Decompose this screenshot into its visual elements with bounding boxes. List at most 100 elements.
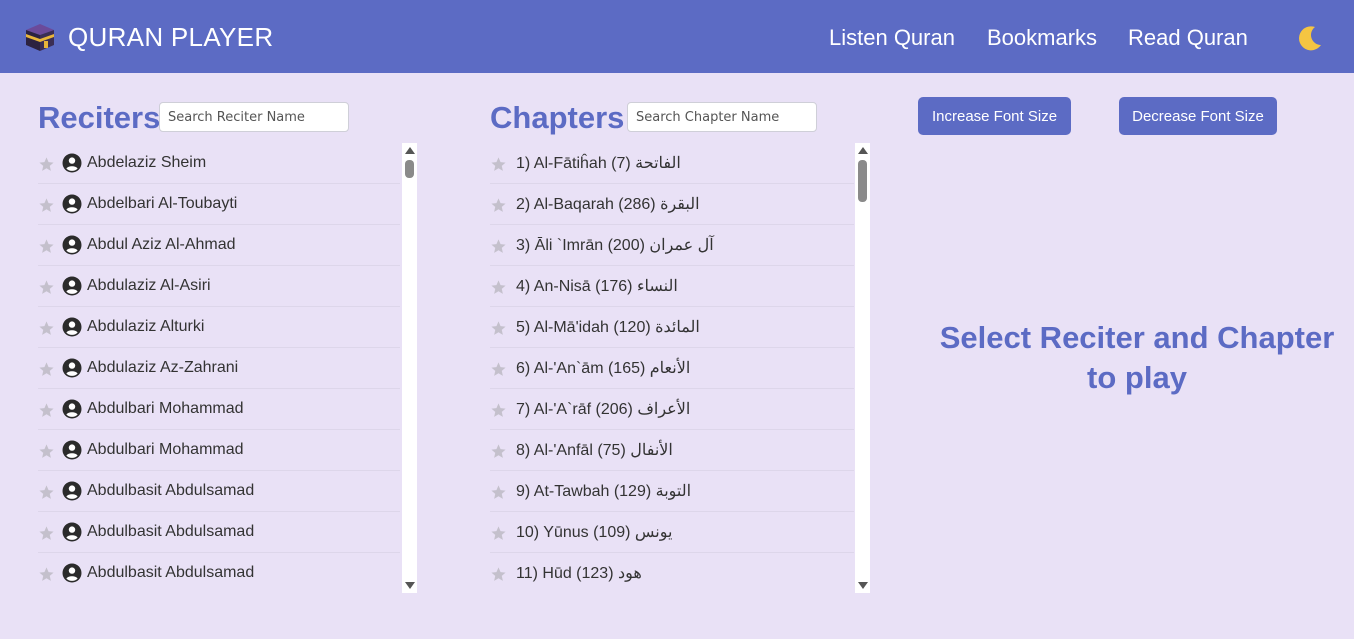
chapter-item[interactable]: 9) At-Tawbah (129) التوبة [490,471,854,512]
user-icon [55,399,87,419]
bookmark-star-icon[interactable] [490,400,507,419]
user-icon [55,358,87,378]
chapters-list: 1) Al-Fātiĥah (7) الفاتحة 2) Al-Baqarah (… [490,143,854,593]
reciter-item[interactable]: Abdulbari Mohammad [38,389,400,430]
reciter-item[interactable]: Abdulaziz Az-Zahrani [38,348,400,389]
prompt-line-2: to play [1087,360,1187,395]
user-icon [55,563,87,583]
bookmark-star-icon[interactable] [38,195,55,214]
reciter-item[interactable]: Abdulbasit Abdulsamad [38,553,400,593]
reciter-item-label: Abdulbari Mohammad [87,441,244,458]
reciters-title: Reciters [38,100,161,135]
bookmark-star-icon[interactable] [490,523,507,542]
bookmark-star-icon[interactable] [490,441,507,460]
reciter-item-label: Abdulbasit Abdulsamad [87,523,255,540]
bookmark-star-icon[interactable] [490,359,507,378]
scroll-down-arrow-icon[interactable] [405,582,415,589]
bookmark-star-icon[interactable] [490,318,507,337]
chapter-item[interactable]: 8) Al-'Anfāl (75) الأنفال [490,430,854,471]
user-icon [55,522,87,542]
nav-listen-quran[interactable]: Listen Quran [829,23,955,53]
user-icon [55,317,87,337]
reciters-list: Abdelaziz Sheim Abdelbari Al-Toubayti Abdu… [38,143,400,593]
user-icon [55,194,87,214]
bookmark-star-icon[interactable] [38,154,55,173]
user-icon [55,440,87,460]
chapter-item[interactable]: 6) Al-'An`ām (165) الأنعام [490,348,854,389]
reciter-item-label: Abdulaziz Az-Zahrani [87,359,239,376]
user-icon [55,276,87,296]
chapter-item-label: 8) Al-'Anfāl (75) الأنفال [516,442,673,459]
reciter-item-label: Abdul Aziz Al-Ahmad [87,236,236,253]
reciter-item[interactable]: Abdulbari Mohammad [38,430,400,471]
chapter-item[interactable]: 2) Al-Baqarah (286) البقرة [490,184,854,225]
chapter-item-label: 10) Yūnus (109) يونس [516,524,673,541]
moon-icon[interactable] [1294,23,1324,53]
bookmark-star-icon[interactable] [490,154,507,173]
bookmark-star-icon[interactable] [38,277,55,296]
reciter-item-label: Abdulaziz Alturki [87,318,205,335]
user-icon [55,481,87,501]
chapter-item[interactable]: 3) Āli `Imrān (200) آل عمران [490,225,854,266]
increase-font-size-button[interactable]: Increase Font Size [918,97,1071,135]
reciter-item-label: Abdulbasit Abdulsamad [87,482,255,499]
reciter-search-input[interactable] [159,102,349,132]
bookmark-star-icon[interactable] [38,564,55,583]
reciter-item-label: Abdulbari Mohammad [87,400,244,417]
user-icon [55,235,87,255]
reciter-item[interactable]: Abdul Aziz Al-Ahmad [38,225,400,266]
reciter-item-label: Abdulbasit Abdulsamad [87,564,255,581]
chapter-item-label: 4) An-Nisā (176) النساء [516,278,678,295]
chapter-search-input[interactable] [627,102,817,132]
chapter-item[interactable]: 4) An-Nisā (176) النساء [490,266,854,307]
bookmark-star-icon[interactable] [490,482,507,501]
bookmark-star-icon[interactable] [38,236,55,255]
reciter-item[interactable]: Abdulbasit Abdulsamad [38,471,400,512]
scroll-down-arrow-icon[interactable] [858,582,868,589]
chapter-item-label: 9) At-Tawbah (129) التوبة [516,483,692,500]
scroll-thumb[interactable] [858,160,867,202]
chapters-title: Chapters [490,100,625,135]
nav-read-quran[interactable]: Read Quran [1128,23,1248,53]
reciter-item[interactable]: Abdulaziz Al-Asiri [38,266,400,307]
scroll-up-arrow-icon[interactable] [858,147,868,154]
bookmark-star-icon[interactable] [38,318,55,337]
reciter-item-label: Abdulaziz Al-Asiri [87,277,211,294]
bookmark-star-icon[interactable] [38,400,55,419]
chapter-item-label: 7) Al-'A`rāf (206) الأعراف [516,401,691,418]
chapter-item[interactable]: 1) Al-Fātiĥah (7) الفاتحة [490,143,854,184]
scroll-thumb[interactable] [405,160,414,178]
navbar: QURAN PLAYER Listen Quran Bookmarks Read… [0,0,1354,73]
bookmark-star-icon[interactable] [490,195,507,214]
scroll-up-arrow-icon[interactable] [405,147,415,154]
select-prompt: Select Reciter and Chapter to play [930,318,1344,398]
reciter-item[interactable]: Abdelaziz Sheim [38,143,400,184]
chapter-item-label: 2) Al-Baqarah (286) البقرة [516,196,700,213]
bookmark-star-icon[interactable] [490,277,507,296]
chapter-item[interactable]: 11) Hūd (123) هود [490,553,854,593]
reciter-item[interactable]: Abdulbasit Abdulsamad [38,512,400,553]
decrease-font-size-button[interactable]: Decrease Font Size [1119,97,1277,135]
app-title: QURAN PLAYER [68,22,274,52]
chapter-item-label: 1) Al-Fātiĥah (7) الفاتحة [516,155,681,172]
reciters-panel: Abdelaziz Sheim Abdelbari Al-Toubayti Abdu… [38,143,418,593]
kaaba-icon [26,24,54,51]
chapters-panel: 1) Al-Fātiĥah (7) الفاتحة 2) Al-Baqarah (… [490,143,870,593]
chapter-item[interactable]: 10) Yūnus (109) يونس [490,512,854,553]
brand[interactable]: QURAN PLAYER [25,19,273,55]
chapter-item[interactable]: 5) Al-Mā'idah (120) المائدة [490,307,854,348]
user-icon [55,153,87,173]
bookmark-star-icon[interactable] [38,523,55,542]
bookmark-star-icon[interactable] [38,441,55,460]
bookmark-star-icon[interactable] [490,236,507,255]
reciter-item[interactable]: Abdulaziz Alturki [38,307,400,348]
reciters-scrollbar[interactable] [402,143,417,593]
bookmark-star-icon[interactable] [38,359,55,378]
reciter-item-label: Abdelaziz Sheim [87,154,207,171]
chapters-scrollbar[interactable] [855,143,870,593]
nav-bookmarks[interactable]: Bookmarks [987,23,1097,53]
bookmark-star-icon[interactable] [490,564,507,583]
bookmark-star-icon[interactable] [38,482,55,501]
chapter-item[interactable]: 7) Al-'A`rāf (206) الأعراف [490,389,854,430]
reciter-item[interactable]: Abdelbari Al-Toubayti [38,184,400,225]
